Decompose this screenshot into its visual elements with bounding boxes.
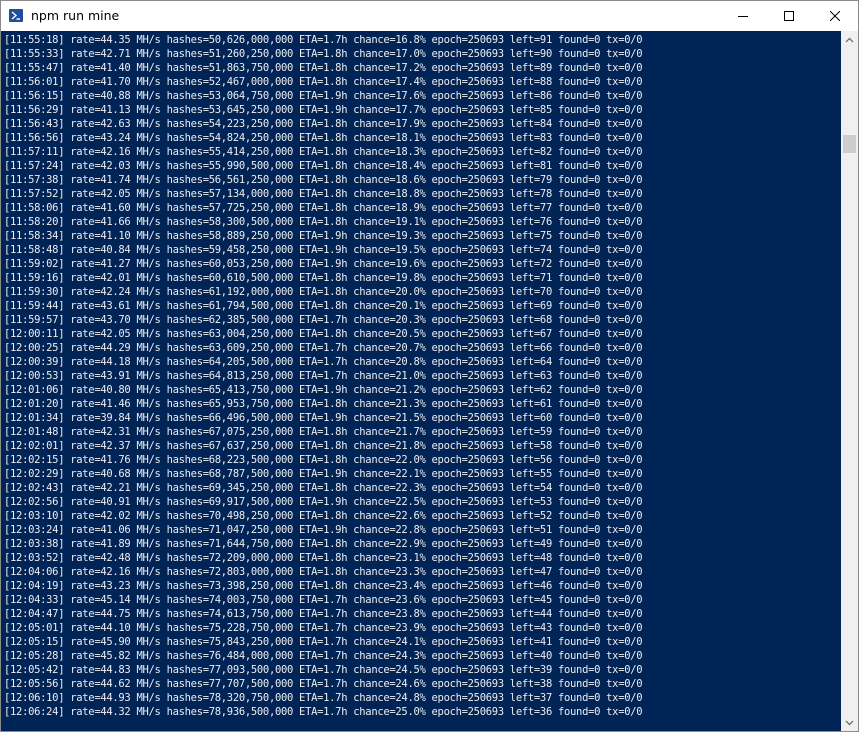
console-line: [11:59:30] rate=42.24 MH/s hashes=61,192… bbox=[4, 286, 643, 298]
close-button[interactable] bbox=[812, 1, 858, 31]
powershell-icon[interactable] bbox=[9, 9, 23, 22]
console-line: [12:05:28] rate=45.82 MH/s hashes=76,484… bbox=[4, 650, 643, 662]
console-line: [12:02:15] rate=41.76 MH/s hashes=68,223… bbox=[4, 454, 643, 466]
console-line: [12:01:34] rate=39.84 MH/s hashes=66,496… bbox=[4, 412, 643, 424]
console-line: [12:01:48] rate=42.31 MH/s hashes=67,075… bbox=[4, 426, 643, 438]
console-lines: [11:55:18] rate=44.35 MH/s hashes=50,626… bbox=[1, 31, 841, 719]
chevron-up-icon bbox=[845, 37, 854, 42]
console-line: [11:59:44] rate=43.61 MH/s hashes=61,794… bbox=[4, 300, 643, 312]
minimize-icon bbox=[738, 16, 748, 17]
console-line: [12:00:53] rate=43.91 MH/s hashes=64,813… bbox=[4, 370, 643, 382]
console-line: [12:04:06] rate=42.16 MH/s hashes=72,803… bbox=[4, 566, 643, 578]
console-line: [12:05:42] rate=44.83 MH/s hashes=77,093… bbox=[4, 664, 643, 676]
console-line: [11:57:38] rate=41.74 MH/s hashes=56,561… bbox=[4, 174, 643, 186]
maximize-button[interactable] bbox=[766, 1, 812, 31]
maximize-icon bbox=[784, 11, 794, 21]
title-bar[interactable]: npm run mine bbox=[1, 1, 858, 31]
console-line: [11:56:01] rate=41.70 MH/s hashes=52,467… bbox=[4, 76, 643, 88]
console-line: [12:05:15] rate=45.90 MH/s hashes=75,843… bbox=[4, 636, 643, 648]
console-output[interactable]: [11:55:18] rate=44.35 MH/s hashes=50,626… bbox=[1, 31, 841, 731]
console-line: [12:05:56] rate=44.62 MH/s hashes=77,707… bbox=[4, 678, 643, 690]
console-line: [11:59:57] rate=43.70 MH/s hashes=62,385… bbox=[4, 314, 643, 326]
console-line: [11:55:18] rate=44.35 MH/s hashes=50,626… bbox=[4, 34, 643, 46]
console-line: [11:58:20] rate=41.66 MH/s hashes=58,300… bbox=[4, 216, 643, 228]
console-line: [12:03:24] rate=41.06 MH/s hashes=71,047… bbox=[4, 524, 643, 536]
console-line: [11:55:33] rate=42.71 MH/s hashes=51,260… bbox=[4, 48, 643, 60]
scrollbar-thumb[interactable] bbox=[843, 135, 856, 153]
console-line: [11:57:24] rate=42.03 MH/s hashes=55,990… bbox=[4, 160, 643, 172]
console-line: [11:55:47] rate=41.40 MH/s hashes=51,863… bbox=[4, 62, 643, 74]
console-line: [12:02:56] rate=40.91 MH/s hashes=69,917… bbox=[4, 496, 643, 508]
console-line: [11:56:56] rate=43.24 MH/s hashes=54,824… bbox=[4, 132, 643, 144]
console-line: [12:04:33] rate=45.14 MH/s hashes=74,003… bbox=[4, 594, 643, 606]
console-line: [11:56:43] rate=42.63 MH/s hashes=54,223… bbox=[4, 118, 643, 130]
console-line: [11:57:11] rate=42.16 MH/s hashes=55,414… bbox=[4, 146, 643, 158]
terminal-window: npm run mine [11:55:18] rate=44.35 MH/s … bbox=[0, 0, 859, 732]
close-icon bbox=[830, 11, 840, 21]
minimize-button[interactable] bbox=[720, 1, 766, 31]
window-title: npm run mine bbox=[31, 8, 120, 23]
console-line: [12:03:38] rate=41.89 MH/s hashes=71,644… bbox=[4, 538, 643, 550]
console-line: [12:00:11] rate=42.05 MH/s hashes=63,004… bbox=[4, 328, 643, 340]
vertical-scrollbar[interactable] bbox=[841, 31, 858, 731]
console-line: [12:05:01] rate=44.10 MH/s hashes=75,228… bbox=[4, 622, 643, 634]
scroll-up-button[interactable] bbox=[841, 31, 858, 48]
console-line: [11:56:15] rate=40.88 MH/s hashes=53,064… bbox=[4, 90, 643, 102]
console-line: [12:02:01] rate=42.37 MH/s hashes=67,637… bbox=[4, 440, 643, 452]
console-line: [12:04:19] rate=43.23 MH/s hashes=73,398… bbox=[4, 580, 643, 592]
console-line: [12:04:47] rate=44.75 MH/s hashes=74,613… bbox=[4, 608, 643, 620]
console-line: [11:58:06] rate=41.60 MH/s hashes=57,725… bbox=[4, 202, 643, 214]
console-line: [11:56:29] rate=41.13 MH/s hashes=53,645… bbox=[4, 104, 643, 116]
console-line: [12:01:20] rate=41.46 MH/s hashes=65,953… bbox=[4, 398, 643, 410]
console-line: [12:06:10] rate=44.93 MH/s hashes=78,320… bbox=[4, 692, 643, 704]
console-line: [12:01:06] rate=40.80 MH/s hashes=65,413… bbox=[4, 384, 643, 396]
console-line: [11:59:16] rate=42.01 MH/s hashes=60,610… bbox=[4, 272, 643, 284]
console-line: [12:03:52] rate=42.48 MH/s hashes=72,209… bbox=[4, 552, 643, 564]
console-line: [11:58:48] rate=40.84 MH/s hashes=59,458… bbox=[4, 244, 643, 256]
console-line: [12:06:24] rate=44.32 MH/s hashes=78,936… bbox=[4, 706, 643, 718]
console-line: [12:02:29] rate=40.68 MH/s hashes=68,787… bbox=[4, 468, 643, 480]
console-line: [12:00:39] rate=44.18 MH/s hashes=64,205… bbox=[4, 356, 643, 368]
console-line: [11:57:52] rate=42.05 MH/s hashes=57,134… bbox=[4, 188, 643, 200]
console-line: [12:00:25] rate=44.29 MH/s hashes=63,609… bbox=[4, 342, 643, 354]
scroll-down-button[interactable] bbox=[841, 714, 858, 731]
chevron-down-icon bbox=[845, 720, 854, 725]
console-line: [11:58:34] rate=41.10 MH/s hashes=58,889… bbox=[4, 230, 643, 242]
console-line: [12:03:10] rate=42.02 MH/s hashes=70,498… bbox=[4, 510, 643, 522]
console-line: [11:59:02] rate=41.27 MH/s hashes=60,053… bbox=[4, 258, 643, 270]
console-line: [12:02:43] rate=42.21 MH/s hashes=69,345… bbox=[4, 482, 643, 494]
